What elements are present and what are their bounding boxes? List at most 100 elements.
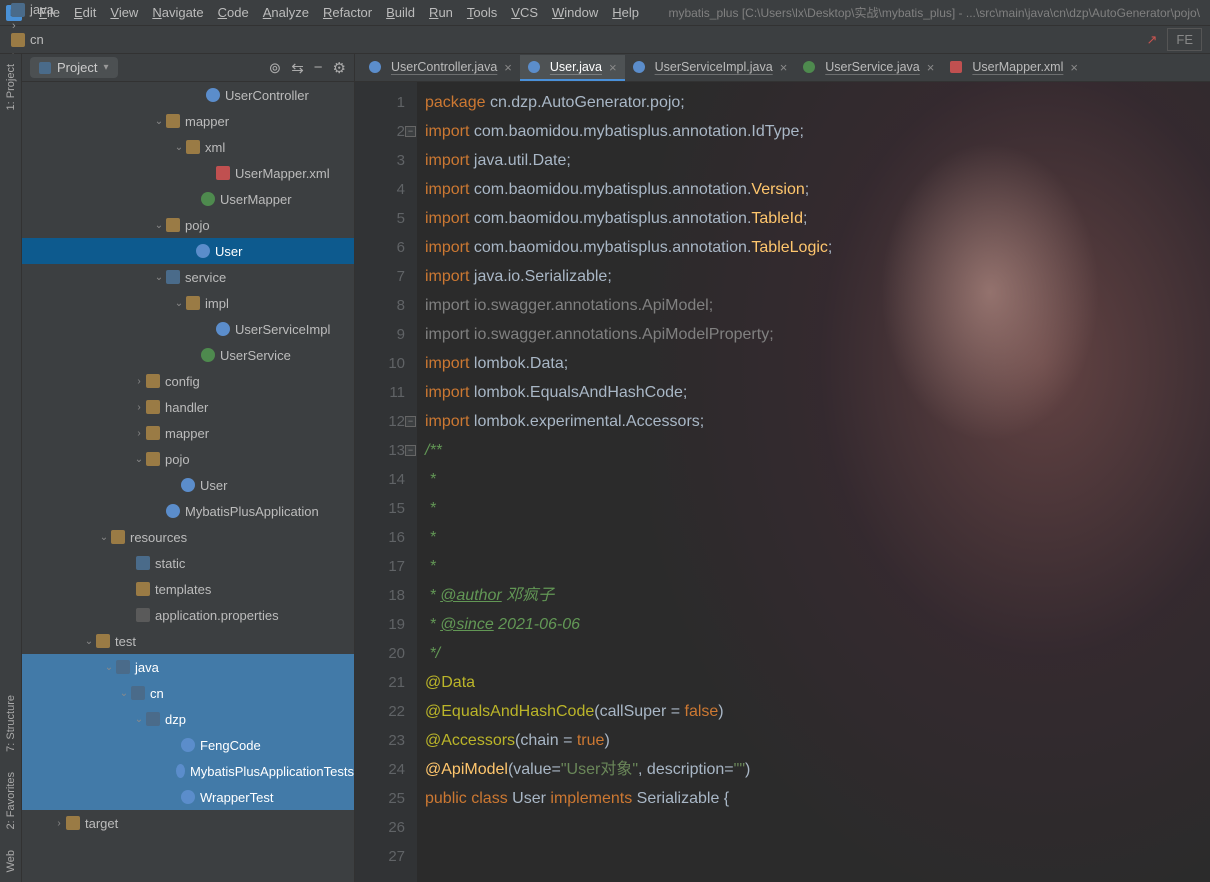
tree-node[interactable]: UserMapper [22,186,354,212]
run-arrow-icon[interactable]: ↗ [1146,32,1157,48]
code-line[interactable]: −import lombok.experimental.Accessors; [425,407,1210,436]
tree-node[interactable]: ⌄dzp [22,706,354,732]
close-icon[interactable]: × [609,60,617,75]
editor-tab[interactable]: UserServiceImpl.java× [625,55,796,81]
close-icon[interactable]: × [927,60,935,75]
tree-node[interactable]: ⌄mapper [22,108,354,134]
editor-tab[interactable]: UserController.java× [361,55,520,81]
close-icon[interactable]: × [780,60,788,75]
fold-icon[interactable]: − [405,126,416,137]
menu-vcs[interactable]: VCS [504,5,545,20]
tree-twisty-icon[interactable]: ⌄ [82,636,96,647]
menu-help[interactable]: Help [605,5,646,20]
tree-node[interactable]: ⌄impl [22,290,354,316]
code-line[interactable]: * @author 邓疯子 [425,581,1210,610]
menu-refactor[interactable]: Refactor [316,5,379,20]
project-tree[interactable]: UserController⌄mapper⌄xmlUserMapper.xmlU… [22,82,354,882]
code-line[interactable]: import lombok.EqualsAndHashCode; [425,378,1210,407]
tree-node[interactable]: WrapperTest [22,784,354,810]
code-line[interactable]: import lombok.Data; [425,349,1210,378]
tab-project[interactable]: 1: Project [2,54,20,120]
code-line[interactable]: @EqualsAndHashCode(callSuper = false) [425,697,1210,726]
tree-twisty-icon[interactable]: › [132,402,146,413]
tree-node[interactable]: static [22,550,354,576]
locate-icon[interactable]: ⊚ [269,59,282,77]
tree-twisty-icon[interactable]: › [52,818,66,829]
breadcrumb-item[interactable]: cn [8,32,118,47]
tree-node[interactable]: UserServiceImpl [22,316,354,342]
tree-twisty-icon[interactable]: ⌄ [172,298,186,309]
tree-twisty-icon[interactable]: › [132,376,146,387]
editor-tab[interactable]: User.java× [520,55,625,81]
fe-button[interactable]: FE [1167,28,1202,51]
close-icon[interactable]: × [504,60,512,75]
code-line[interactable]: */ [425,639,1210,668]
menu-navigate[interactable]: Navigate [145,5,210,20]
tab-favorites[interactable]: 2: Favorites [2,762,20,839]
tree-twisty-icon[interactable]: ⌄ [132,454,146,465]
tree-node[interactable]: ⌄resources [22,524,354,550]
tree-node[interactable]: application.properties [22,602,354,628]
tree-node[interactable]: ⌄pojo [22,212,354,238]
tree-node[interactable]: ⌄test [22,628,354,654]
tab-web[interactable]: Web [2,840,20,882]
code-line[interactable]: import io.swagger.annotations.ApiModel; [425,291,1210,320]
tree-node[interactable]: ⌄cn [22,680,354,706]
tree-node[interactable]: ⌄java [22,654,354,680]
breadcrumb-item[interactable]: java [8,2,118,17]
code-line[interactable]: import io.swagger.annotations.ApiModelPr… [425,320,1210,349]
tree-twisty-icon[interactable]: ⌄ [102,662,116,673]
close-icon[interactable]: × [1070,60,1078,75]
tab-structure[interactable]: 7: Structure [2,685,20,762]
tree-node[interactable]: ›mapper [22,420,354,446]
tree-twisty-icon[interactable]: ⌄ [132,714,146,725]
code-line[interactable]: import com.baomidou.mybatisplus.annotati… [425,233,1210,262]
code-line[interactable]: import java.util.Date; [425,146,1210,175]
tree-node[interactable]: User [22,238,354,264]
code-editor[interactable]: 1234567891011121314151617181920212223242… [355,82,1210,882]
tree-node[interactable]: MybatisPlusApplication [22,498,354,524]
code-line[interactable]: * [425,465,1210,494]
menu-analyze[interactable]: Analyze [256,5,316,20]
code-line[interactable]: −/** [425,436,1210,465]
tree-node[interactable]: ›config [22,368,354,394]
code-line[interactable]: @Accessors(chain = true) [425,726,1210,755]
fold-icon[interactable]: − [405,445,416,456]
code-line[interactable]: −import com.baomidou.mybatisplus.annotat… [425,117,1210,146]
code-line[interactable]: * [425,523,1210,552]
code-line[interactable]: * [425,494,1210,523]
tree-twisty-icon[interactable]: ⌄ [152,272,166,283]
tree-node[interactable]: User [22,472,354,498]
tree-twisty-icon[interactable]: ⌄ [152,116,166,127]
tree-node[interactable]: ⌄service [22,264,354,290]
editor-tab[interactable]: UserMapper.xml× [942,55,1086,81]
code-line[interactable]: public class User implements Serializabl… [425,784,1210,813]
tree-twisty-icon[interactable]: ⌄ [97,532,111,543]
menu-window[interactable]: Window [545,5,605,20]
menu-code[interactable]: Code [211,5,256,20]
code-line[interactable]: @Data [425,668,1210,697]
tree-node[interactable]: UserService [22,342,354,368]
code-line[interactable]: * @since 2021-06-06 [425,610,1210,639]
tree-node[interactable]: ⌄pojo [22,446,354,472]
gear-icon[interactable]: ⚙ [333,59,346,77]
tree-twisty-icon[interactable]: › [132,428,146,439]
tree-node[interactable]: UserController [22,82,354,108]
fold-icon[interactable]: − [405,416,416,427]
code-line[interactable]: * [425,552,1210,581]
menu-build[interactable]: Build [379,5,422,20]
code-line[interactable]: @ApiModel(value="User对象", description=""… [425,755,1210,784]
project-view-selector[interactable]: Project ▾ [30,57,118,78]
code-line[interactable]: package cn.dzp.AutoGenerator.pojo; [425,88,1210,117]
tree-node[interactable]: ›target [22,810,354,836]
tree-node[interactable]: templates [22,576,354,602]
tree-twisty-icon[interactable]: ⌄ [152,220,166,231]
expand-icon[interactable]: ⇆ [291,59,304,77]
code-line[interactable]: import com.baomidou.mybatisplus.annotati… [425,175,1210,204]
tree-twisty-icon[interactable]: ⌄ [172,142,186,153]
tree-node[interactable]: ⌄xml [22,134,354,160]
menu-tools[interactable]: Tools [460,5,504,20]
tree-twisty-icon[interactable]: ⌄ [117,688,131,699]
tree-node[interactable]: MybatisPlusApplicationTests [22,758,354,784]
menu-run[interactable]: Run [422,5,460,20]
